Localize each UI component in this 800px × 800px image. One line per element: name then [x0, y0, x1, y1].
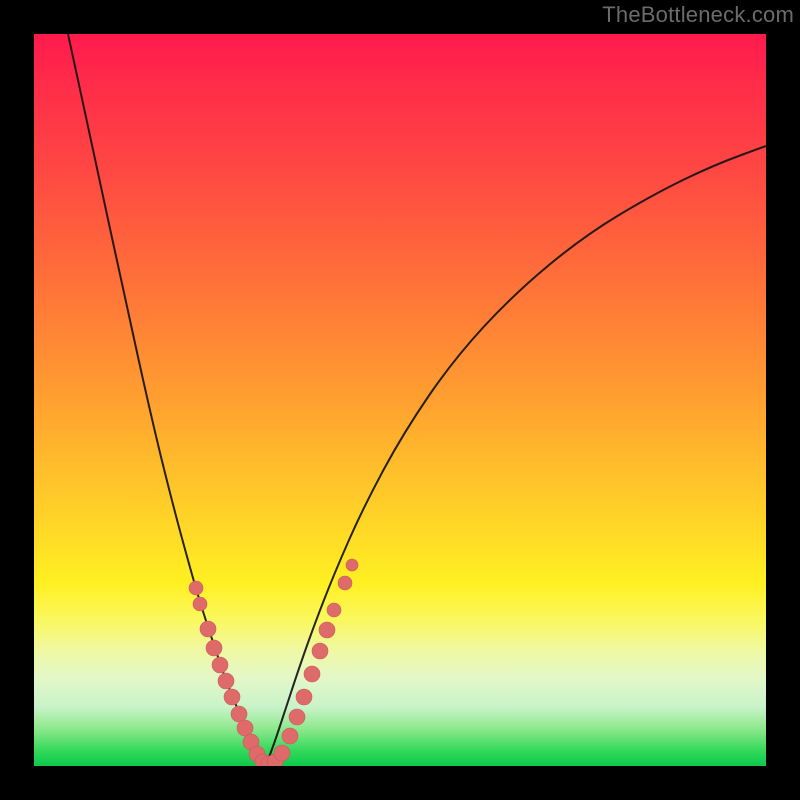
marker-dots-group [189, 559, 358, 766]
marker-dot [218, 673, 234, 689]
curve-right-branch [266, 146, 766, 765]
marker-dot [282, 728, 298, 744]
chart-svg [34, 34, 766, 766]
marker-dot [304, 666, 320, 682]
marker-dot [338, 576, 352, 590]
chart-frame [34, 34, 766, 766]
watermark-text: TheBottleneck.com [602, 2, 794, 28]
marker-dot [346, 559, 358, 571]
marker-dot [289, 709, 305, 725]
marker-dot [319, 622, 335, 638]
curve-left-branch [68, 34, 266, 765]
marker-dot [237, 720, 253, 736]
marker-dot [200, 621, 216, 637]
marker-dot [296, 689, 312, 705]
marker-dot [274, 745, 290, 761]
marker-dot [327, 603, 341, 617]
marker-dot [231, 706, 247, 722]
marker-dot [212, 657, 228, 673]
marker-dot [189, 581, 203, 595]
marker-dot [193, 597, 207, 611]
marker-dot [224, 689, 240, 705]
marker-dot [206, 640, 222, 656]
marker-dot [312, 643, 328, 659]
